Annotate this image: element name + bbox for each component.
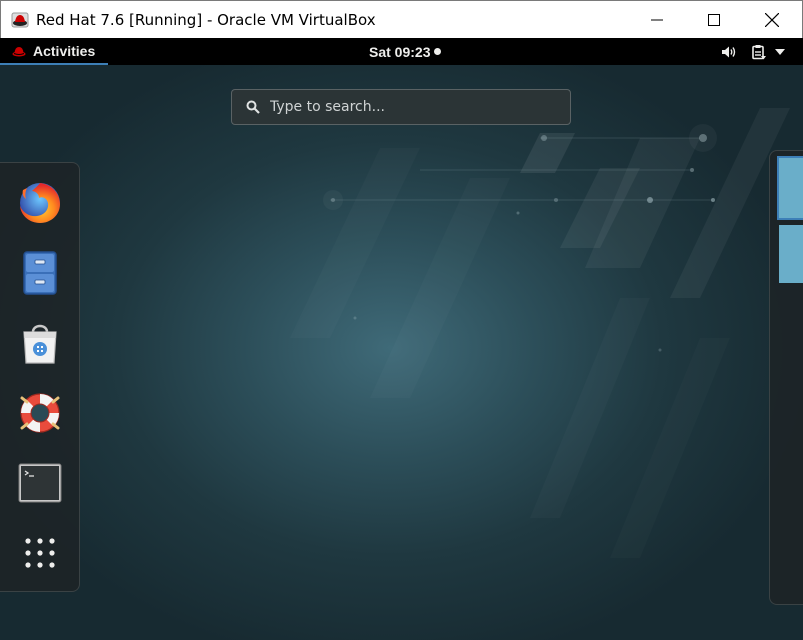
search-input[interactable] [270,99,550,115]
show-applications-button[interactable] [14,527,66,579]
clipboard-icon [752,44,766,59]
terminal-icon [18,463,62,503]
maximize-button[interactable] [685,1,743,39]
notification-dot-icon [434,48,442,55]
dash-item-terminal[interactable] [14,457,66,509]
activities-label: Activities [33,42,96,59]
redhat-logo-icon [12,46,26,56]
workspace-switcher [769,150,803,605]
dash-item-help[interactable] [14,387,66,439]
dash-item-software[interactable] [14,317,66,369]
workspace-thumbnail-2[interactable] [779,225,803,283]
gnome-top-bar: Activities Sat 09:23 [0,38,803,65]
close-button[interactable] [743,1,801,39]
system-menu-button[interactable] [751,38,785,65]
app-grid-icon [25,538,55,568]
lifebuoy-icon [20,393,60,433]
shopping-bag-icon [23,324,57,364]
minimize-button[interactable] [628,1,686,39]
workspace-thumbnail-1[interactable] [777,156,803,220]
activities-button[interactable]: Activities [0,38,108,65]
vm-display[interactable]: Activities Sat 09:23 [0,38,803,640]
dash-item-firefox[interactable] [14,177,66,229]
file-cabinet-icon [23,251,57,295]
firefox-icon [20,183,60,223]
search-entry[interactable] [231,89,571,125]
maximize-icon [708,14,720,26]
clock-button[interactable]: Sat 09:23 [369,38,442,65]
window-title: Red Hat 7.6 [Running] - Oracle VM Virtua… [36,10,376,29]
minimize-icon [651,19,663,21]
close-icon [765,13,779,27]
clock-label: Sat 09:23 [369,43,431,60]
wallpaper-decoration [323,108,790,352]
chevron-down-icon [775,48,785,55]
dash-item-files[interactable] [14,247,66,299]
virtualbox-redhat-icon [11,11,29,29]
search-icon [246,100,260,114]
window-titlebar: Red Hat 7.6 [Running] - Oracle VM Virtua… [0,0,803,38]
dash [0,162,80,592]
volume-icon[interactable] [721,38,737,65]
